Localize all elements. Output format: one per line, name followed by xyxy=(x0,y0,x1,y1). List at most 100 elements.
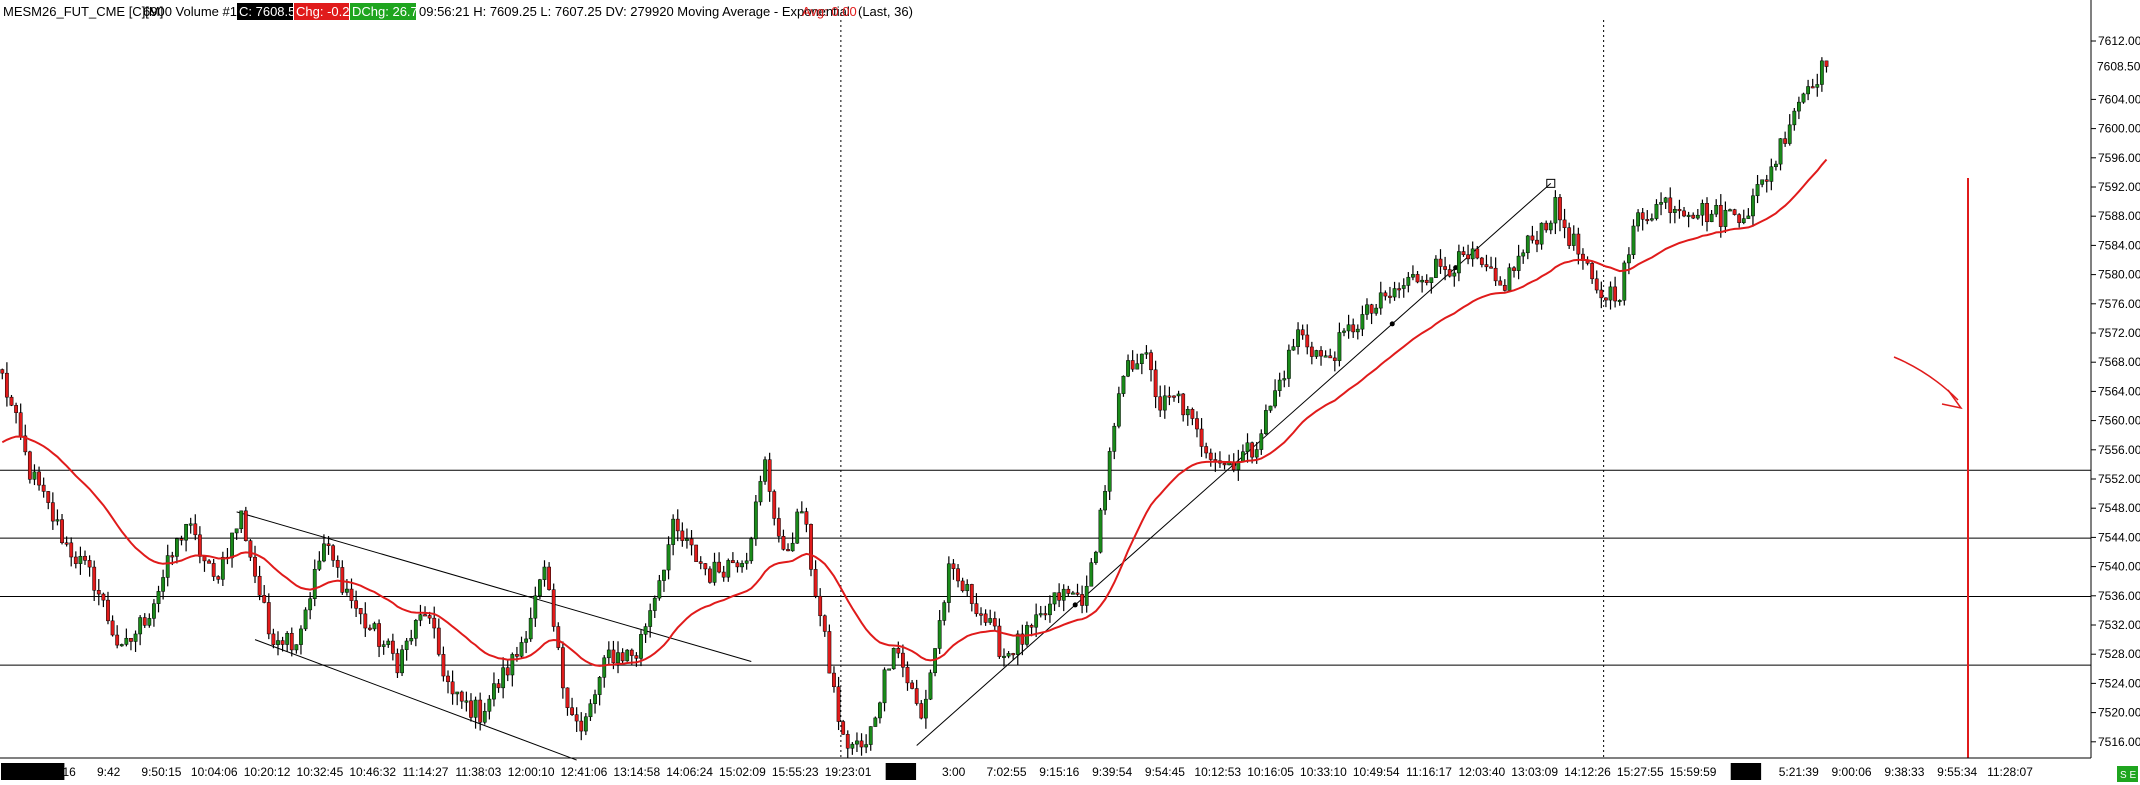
candle-body[interactable] xyxy=(1241,451,1245,462)
candle-body[interactable] xyxy=(1162,395,1167,411)
candle-body[interactable] xyxy=(983,613,988,623)
candle-body[interactable] xyxy=(1438,258,1443,267)
candle-body[interactable] xyxy=(1714,205,1719,215)
candle-body[interactable] xyxy=(542,566,547,580)
candle-body[interactable] xyxy=(1135,363,1140,370)
candle-body[interactable] xyxy=(1797,101,1801,112)
price-chart[interactable]: MESM26_FUT_CME [C][M] 6900 Volume #11 C:… xyxy=(0,0,2140,785)
candle-body[interactable] xyxy=(115,634,120,646)
candle-body[interactable] xyxy=(1539,222,1544,245)
candle-body[interactable] xyxy=(537,579,542,597)
candle-body[interactable] xyxy=(556,626,561,648)
candle-body[interactable] xyxy=(1360,314,1365,330)
candle-body[interactable] xyxy=(703,563,708,570)
candle-body[interactable] xyxy=(606,649,611,659)
candle-body[interactable] xyxy=(248,540,253,558)
candle-body[interactable] xyxy=(1544,222,1549,231)
candle-body[interactable] xyxy=(243,510,248,541)
candle-body[interactable] xyxy=(1346,324,1351,332)
candle-body[interactable] xyxy=(818,595,823,617)
candle-body[interactable] xyxy=(1466,254,1470,260)
candle-body[interactable] xyxy=(18,412,23,437)
candle-body[interactable] xyxy=(1015,633,1020,655)
candle-body[interactable] xyxy=(354,600,359,609)
candle-body[interactable] xyxy=(1640,212,1645,220)
candle-body[interactable] xyxy=(60,519,64,544)
candle-body[interactable] xyxy=(914,688,919,704)
candle-body[interactable] xyxy=(119,644,124,647)
candle-body[interactable] xyxy=(666,544,671,571)
candle-body[interactable] xyxy=(1769,166,1774,182)
candle-body[interactable] xyxy=(400,649,404,674)
candle-body[interactable] xyxy=(717,561,722,573)
candle-body[interactable] xyxy=(1029,625,1034,628)
candle-body[interactable] xyxy=(202,556,207,562)
candle-body[interactable] xyxy=(611,649,616,664)
candle-body[interactable] xyxy=(413,620,418,639)
candle-body[interactable] xyxy=(1484,264,1489,268)
candle-body[interactable] xyxy=(1548,222,1553,231)
candle-body[interactable] xyxy=(905,666,910,684)
candle-body[interactable] xyxy=(0,369,5,374)
candle-body[interactable] xyxy=(441,654,446,677)
candle-body[interactable] xyxy=(772,491,777,519)
candle-body[interactable] xyxy=(822,615,827,632)
candle-body[interactable] xyxy=(55,519,60,522)
candle-body[interactable] xyxy=(331,545,336,561)
candle-body[interactable] xyxy=(685,538,689,541)
candle-body[interactable] xyxy=(170,555,175,558)
candle-body[interactable] xyxy=(459,691,464,702)
candle-body[interactable] xyxy=(928,672,933,700)
candle-body[interactable] xyxy=(193,523,198,536)
candle-body[interactable] xyxy=(1388,295,1392,298)
candle-body[interactable] xyxy=(597,677,602,695)
candle-body[interactable] xyxy=(1801,93,1806,103)
candle-body[interactable] xyxy=(1369,304,1374,314)
candle-body[interactable] xyxy=(1755,184,1760,197)
candle-body[interactable] xyxy=(593,694,597,704)
candle-body[interactable] xyxy=(873,717,878,727)
candle-body[interactable] xyxy=(1328,355,1333,359)
candle-body[interactable] xyxy=(1107,451,1112,492)
candle-body[interactable] xyxy=(616,652,620,664)
candle-body[interactable] xyxy=(1222,462,1227,466)
candle-body[interactable] xyxy=(1562,219,1567,228)
candle-body[interactable] xyxy=(868,726,873,745)
candle-body[interactable] xyxy=(1760,179,1765,185)
candle-body[interactable] xyxy=(404,640,409,650)
candle-body[interactable] xyxy=(303,609,308,630)
candle-body[interactable] xyxy=(1167,395,1172,398)
candle-body[interactable] xyxy=(1397,288,1402,291)
candle-body[interactable] xyxy=(1112,425,1117,452)
candle-body[interactable] xyxy=(165,555,170,578)
candle-body[interactable] xyxy=(1590,263,1595,280)
candle-body[interactable] xyxy=(1668,197,1673,213)
candle-body[interactable] xyxy=(841,721,846,735)
candle-body[interactable] xyxy=(639,634,643,659)
candle-body[interactable] xyxy=(1429,277,1434,283)
candle-body[interactable] xyxy=(1291,346,1296,351)
candle-body[interactable] xyxy=(386,640,391,645)
candle-body[interactable] xyxy=(1746,215,1751,219)
candle-body[interactable] xyxy=(220,556,225,580)
candle-body[interactable] xyxy=(721,571,726,578)
candle-body[interactable] xyxy=(363,613,368,629)
candle-body[interactable] xyxy=(937,620,942,649)
candle-body[interactable] xyxy=(1691,214,1696,219)
candle-body[interactable] xyxy=(1043,613,1048,616)
candle-body[interactable] xyxy=(1489,266,1493,269)
candle-body[interactable] xyxy=(1792,110,1797,126)
candle-body[interactable] xyxy=(423,614,427,617)
candle-body[interactable] xyxy=(767,459,772,492)
candle-body[interactable] xyxy=(988,618,993,623)
candle-body[interactable] xyxy=(524,638,529,643)
candle-body[interactable] xyxy=(285,633,290,645)
candle-body[interactable] xyxy=(345,588,349,593)
candle-body[interactable] xyxy=(377,623,381,647)
candle-body[interactable] xyxy=(299,628,303,645)
candle-body[interactable] xyxy=(1323,355,1328,358)
candle-body[interactable] xyxy=(625,649,630,662)
candle-body[interactable] xyxy=(900,652,905,668)
candle-body[interactable] xyxy=(1286,349,1291,379)
candle-body[interactable] xyxy=(781,536,786,550)
